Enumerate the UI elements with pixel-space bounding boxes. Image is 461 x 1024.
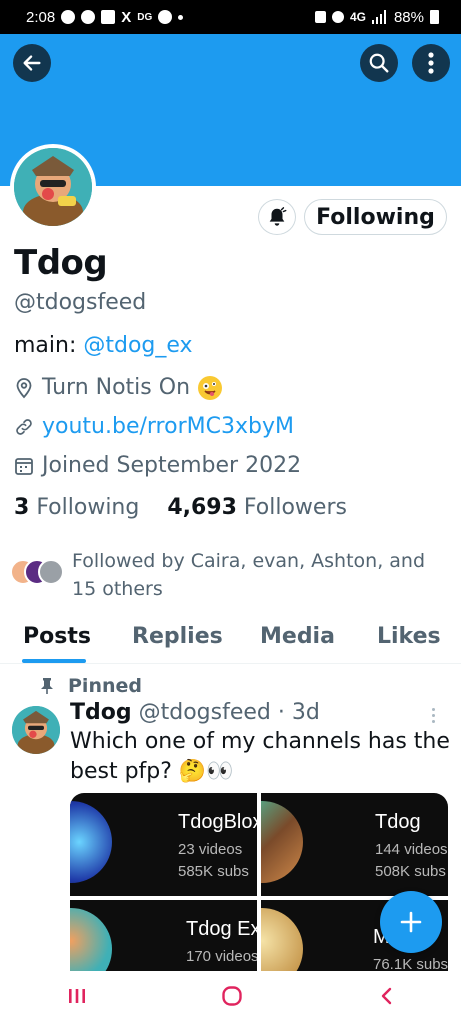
following-count: 3 [14, 495, 30, 520]
channel-videos: 23 videos [178, 841, 243, 858]
location-text: Turn Notis On [42, 375, 191, 400]
post-author-avatar[interactable] [12, 706, 60, 754]
notification-bell-button[interactable] [258, 199, 296, 235]
signal-icon [371, 10, 386, 24]
link-icon [16, 418, 32, 435]
lock-icon [314, 11, 326, 23]
system-nav-bar [0, 972, 461, 1024]
channel-title: Tdog [375, 811, 421, 833]
network-type: 4G [349, 10, 366, 24]
compose-post-button[interactable] [380, 891, 442, 953]
pokeball-icon [158, 10, 173, 24]
post-author-handle: @tdogsfeed [138, 700, 271, 725]
post-time: · 3d [277, 700, 320, 725]
tab-media[interactable]: Media [260, 624, 335, 649]
back-button[interactable] [13, 44, 51, 82]
system-back-button[interactable] [378, 986, 394, 1011]
location-row: Turn Notis On [14, 375, 223, 400]
status-time: 2:08 [26, 8, 56, 26]
alarm-icon [331, 11, 344, 23]
channel-videos: 144 videos [375, 841, 448, 858]
followers-count: 4,693 [167, 495, 237, 520]
channel-pfp [261, 908, 303, 971]
dg-icon: DG [137, 11, 153, 23]
website-link[interactable]: youtu.be/rrorMC3xbyM [42, 414, 294, 439]
pin-icon [41, 678, 53, 694]
channel-pfp [261, 801, 303, 883]
profile-tabs: Posts Replies Media Likes [0, 614, 461, 664]
location-pin-icon [16, 377, 32, 398]
following-button[interactable]: Following [304, 199, 447, 235]
home-icon [222, 985, 243, 1006]
message-icon [81, 10, 96, 24]
status-left: 2:08 X DG [26, 8, 184, 26]
following-label: Following [36, 495, 140, 520]
channel-title: Tdog Ex [186, 918, 257, 940]
x-app-icon: X [121, 8, 132, 26]
tab-replies[interactable]: Replies [132, 624, 223, 649]
channel-pfp [70, 801, 112, 883]
post-more-button[interactable] [432, 708, 435, 723]
follower-avatar [38, 559, 64, 585]
followed-by-text: Followed by Caira, evan, Ashton, and 15 … [72, 550, 426, 600]
calendar-icon [15, 457, 33, 475]
avatar-image [14, 148, 92, 226]
joined-text: Joined September 2022 [42, 453, 302, 478]
battery-percent: 88% [393, 8, 424, 26]
battery-icon [430, 10, 439, 24]
more-vertical-icon [428, 52, 434, 74]
tab-posts[interactable]: Posts [23, 624, 91, 649]
active-tab-indicator [22, 659, 86, 663]
profile-handle: @tdogsfeed [14, 290, 147, 315]
recents-button[interactable] [67, 987, 87, 1010]
back-chevron-icon [381, 987, 392, 1004]
search-icon [369, 53, 389, 73]
media-image[interactable]: TdogBlox 23 videos 585K subs [70, 793, 257, 896]
profile-name: Tdog [14, 243, 108, 283]
pinned-label-row: Pinned [40, 675, 142, 697]
more-options-button[interactable] [412, 44, 450, 82]
pinned-label: Pinned [68, 675, 142, 697]
followed-by-row[interactable]: Followed by Caira, evan, Ashton, and 15 … [10, 547, 450, 603]
zany-face-emoji-icon [198, 375, 223, 400]
post-author-name[interactable]: Tdog [70, 700, 132, 725]
following-count-link[interactable]: 3 Following [14, 495, 139, 520]
media-image[interactable]: Tdog 144 videos 508K subs [261, 793, 448, 896]
more-notifications-icon [178, 14, 184, 20]
channel-subs: 76.1K subs [373, 956, 448, 971]
home-button[interactable] [221, 985, 243, 1012]
channel-pfp [70, 908, 112, 971]
avatar-image [12, 706, 60, 754]
recents-icon [69, 988, 86, 1003]
search-button[interactable] [360, 44, 398, 82]
post-text: Which one of my channels has the best pf… [70, 729, 450, 784]
website-row: youtu.be/rrorMC3xbyM [14, 414, 294, 439]
bio-text: main: [14, 333, 84, 358]
post-header: Tdog @tdogsfeed · 3d [70, 700, 320, 725]
profile-bio: main: @tdog_ex [14, 333, 193, 358]
joined-row: Joined September 2022 [14, 453, 301, 478]
bio-mention-link[interactable]: @tdog_ex [83, 333, 192, 358]
profile-avatar[interactable] [10, 144, 96, 230]
channel-title: TdogBlox [178, 811, 257, 833]
tab-likes[interactable]: Likes [377, 624, 441, 649]
followers-count-link[interactable]: 4,693 Followers [167, 495, 347, 520]
app-icon [101, 10, 116, 24]
channel-videos: 170 videos [186, 948, 257, 965]
status-right: 4G 88% [314, 8, 439, 26]
followed-by-avatars [10, 559, 66, 587]
follow-counts: 3 Following 4,693 Followers [14, 495, 347, 520]
status-bar: 2:08 X DG 4G 88% [0, 0, 461, 34]
notification-icon [61, 10, 76, 24]
plus-icon [400, 911, 422, 933]
arrow-left-icon [23, 55, 41, 71]
followers-label: Followers [243, 495, 347, 520]
channel-subs: 508K subs [375, 863, 446, 880]
bell-icon [269, 207, 287, 226]
channel-subs: 585K subs [178, 863, 249, 880]
media-image[interactable]: Tdog Ex 170 videos [70, 900, 257, 971]
